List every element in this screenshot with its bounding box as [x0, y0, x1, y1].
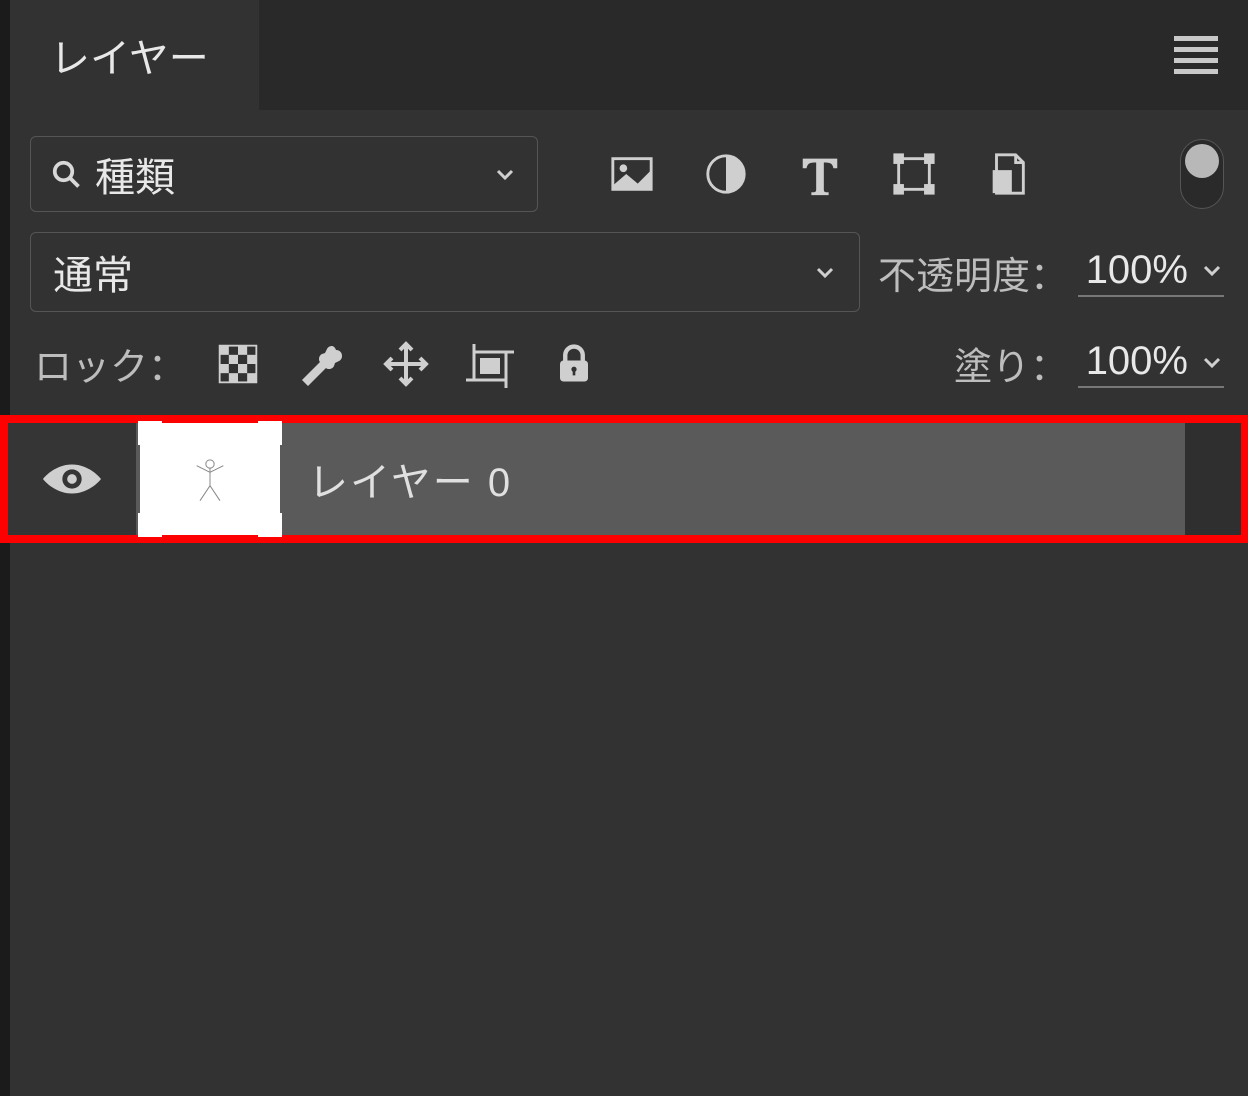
filter-icons	[608, 150, 1032, 198]
shape-layer-filter-icon[interactable]	[890, 150, 938, 198]
panel-menu-icon[interactable]	[1174, 36, 1218, 74]
lock-position-icon[interactable]	[382, 340, 430, 388]
blend-row: 通常 不透明度： 100%	[10, 212, 1248, 312]
filter-type-dropdown[interactable]: 種類	[30, 136, 538, 212]
fill-group: 塗り： 100%	[954, 336, 1224, 391]
blend-mode-label: 通常	[53, 243, 799, 301]
visibility-toggle[interactable]	[8, 423, 136, 535]
smart-object-filter-icon[interactable]	[984, 150, 1032, 198]
lock-transparency-icon[interactable]	[214, 340, 262, 388]
pixel-layer-filter-icon[interactable]	[608, 150, 656, 198]
layer-thumbnail[interactable]	[140, 423, 280, 535]
tab-label: レイヤー	[50, 26, 209, 84]
opacity-value: 100%	[1078, 248, 1188, 293]
fill-value: 100%	[1078, 339, 1188, 384]
opacity-input[interactable]: 100%	[1078, 248, 1224, 297]
chevron-down-icon	[813, 260, 837, 284]
lock-all-icon[interactable]	[550, 340, 598, 388]
layers-panel: レイヤー 種類	[0, 0, 1248, 1096]
layer-row-gutter	[1185, 423, 1241, 535]
opacity-label: 不透明度：	[878, 245, 1068, 300]
toggle-knob	[1185, 144, 1219, 178]
fill-input[interactable]: 100%	[1078, 339, 1224, 388]
filter-row: 種類	[10, 110, 1248, 212]
lock-image-icon[interactable]	[298, 340, 346, 388]
layer-name[interactable]: レイヤー 0	[308, 450, 512, 508]
search-icon	[51, 159, 81, 189]
blend-mode-dropdown[interactable]: 通常	[30, 232, 860, 312]
chevron-down-icon	[493, 162, 517, 186]
type-layer-filter-icon[interactable]	[796, 150, 844, 198]
fill-label: 塗り：	[954, 336, 1068, 391]
tab-strip: レイヤー	[10, 0, 1248, 110]
filter-toggle[interactable]	[1180, 139, 1224, 209]
opacity-group: 不透明度： 100%	[878, 245, 1224, 300]
lock-icons	[214, 340, 598, 388]
chevron-down-icon	[1200, 350, 1224, 374]
lock-artboard-icon[interactable]	[466, 340, 514, 388]
layers-list: レイヤー 0	[10, 415, 1248, 1096]
lock-row: ロック：	[10, 312, 1248, 415]
adjustment-layer-filter-icon[interactable]	[702, 150, 750, 198]
filter-label: 種類	[95, 145, 479, 203]
chevron-down-icon	[1200, 258, 1224, 282]
lock-label: ロック：	[34, 336, 186, 391]
eye-icon	[43, 462, 101, 496]
tab-layers[interactable]: レイヤー	[10, 0, 259, 110]
layer-row[interactable]: レイヤー 0	[0, 415, 1248, 543]
thumbnail-content-icon	[185, 444, 235, 514]
